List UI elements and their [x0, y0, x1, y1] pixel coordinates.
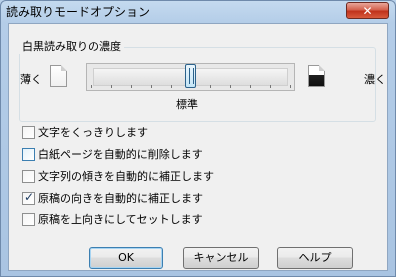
light-document-icon [50, 65, 67, 87]
slider-tick [210, 85, 211, 88]
light-label: 薄く [20, 73, 42, 86]
delete-blank-pages-checkbox[interactable] [22, 148, 35, 161]
slider-tick [171, 85, 172, 88]
correct-orientation-checkbox[interactable]: ✓ [22, 190, 35, 205]
check-icon: ✓ [24, 190, 35, 204]
ok-button[interactable]: OK [89, 247, 163, 269]
sharpen-text-checkbox[interactable] [22, 126, 35, 139]
density-slider-thumb[interactable] [185, 64, 196, 88]
dialog-window: 読み取りモードオプション ✕ 白黒読み取りの濃度 薄く 標準 濃く 文字をくっき… [0, 0, 396, 277]
correct-skew-checkbox[interactable] [22, 170, 35, 183]
window-title: 読み取りモードオプション [6, 5, 151, 19]
dark-label: 濃く [364, 73, 386, 86]
cancel-button[interactable]: キャンセル [183, 247, 259, 269]
option-label: 原稿の向きを自動的に補正します [38, 192, 203, 205]
slider-tick [91, 85, 92, 88]
density-group-label: 白黒読み取りの濃度 [19, 38, 124, 54]
option-label: 文字をくっきりします [38, 126, 148, 139]
slider-tick [270, 85, 271, 88]
help-button[interactable]: ヘルプ [277, 247, 353, 269]
option-label: 白紙ページを自動的に削除します [38, 148, 203, 161]
slider-tick [290, 85, 291, 88]
slider-tick [230, 85, 231, 88]
close-button[interactable]: ✕ [346, 2, 389, 19]
slider-tick [250, 85, 251, 88]
slider-tick [151, 85, 152, 88]
option-label: 文字列の傾きを自動的に補正します [38, 170, 214, 183]
title-bar[interactable]: 読み取りモードオプション ✕ [1, 1, 395, 23]
dialog-body: 白黒読み取りの濃度 薄く 標準 濃く 文字をくっきりします 白紙ページを自動的に… [8, 23, 388, 271]
slider-tick [131, 85, 132, 88]
dark-document-icon [308, 65, 325, 87]
density-current-label: 標準 [176, 98, 198, 111]
face-up-checkbox[interactable] [22, 213, 35, 226]
option-label: 原稿を上向きにしてセットします [38, 213, 203, 226]
slider-tick [111, 85, 112, 88]
